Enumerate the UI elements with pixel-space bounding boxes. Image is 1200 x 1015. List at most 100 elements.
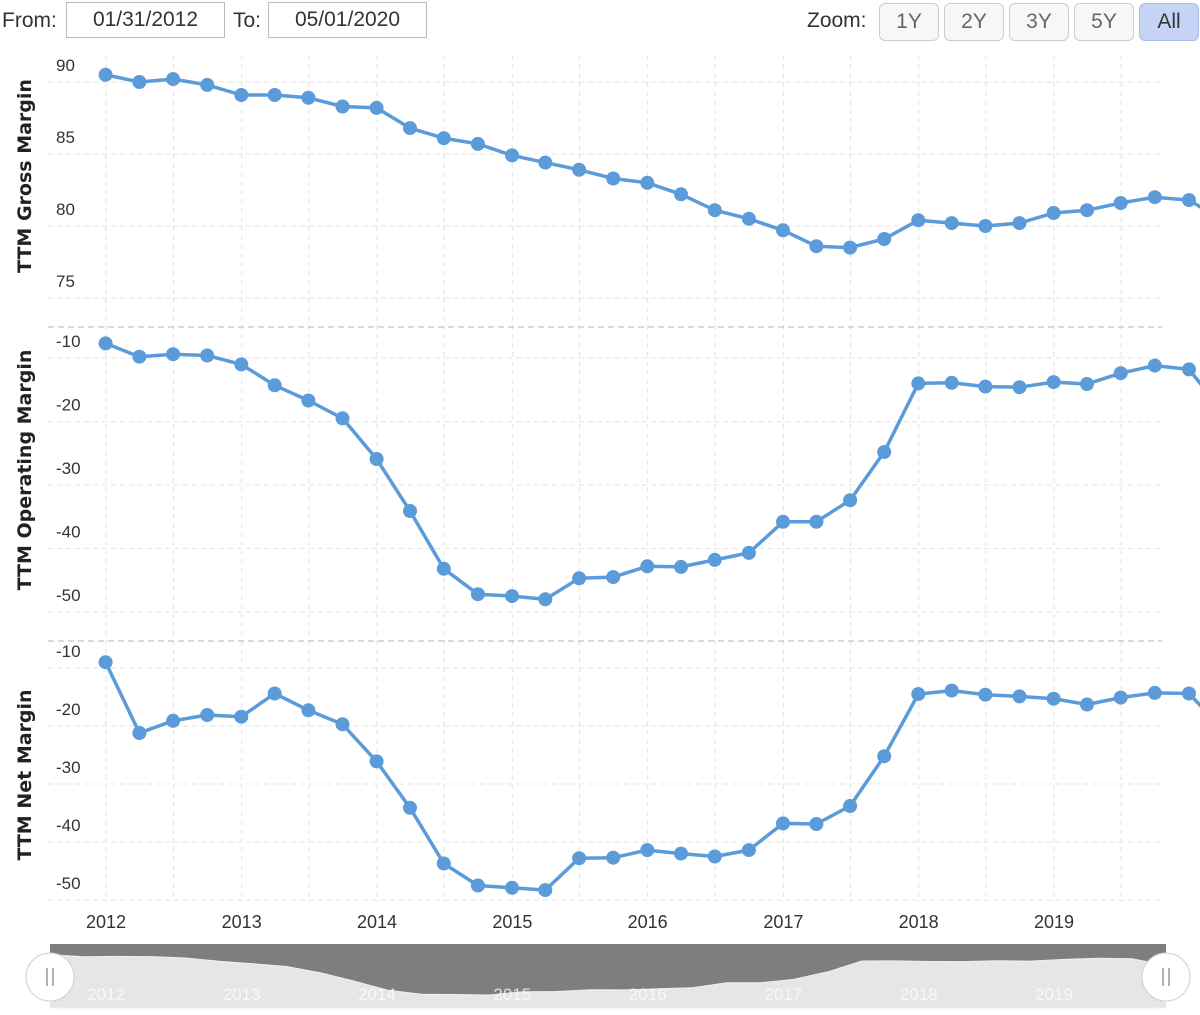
data-point: [166, 72, 181, 87]
data-point: [166, 713, 181, 728]
data-point: [843, 799, 858, 813]
data-point: [809, 514, 824, 529]
data-point: [200, 348, 215, 363]
handle-knob: [25, 952, 75, 1002]
data-point: [1182, 686, 1196, 701]
data-point: [1012, 689, 1027, 704]
chart-panel-3: -10 -20 -30 -40 -50 TTM Net Margin: [14, 642, 1200, 901]
y-tick-label: -50: [56, 586, 81, 605]
data-point: [1046, 691, 1061, 706]
data-point: [978, 219, 993, 233]
navigator-tick-label: 2013: [223, 985, 261, 1004]
data-point: [1147, 358, 1162, 373]
data-point: [707, 203, 722, 218]
navigator-tick-label: 2018: [900, 985, 938, 1004]
data-point: [944, 375, 959, 390]
data-point: [572, 571, 587, 586]
data-point: [369, 452, 384, 466]
data-point: [944, 683, 959, 698]
data-point: [843, 240, 858, 255]
data-point: [505, 880, 519, 895]
margin-charts: 90 85 80 75 TTM Gross Margin -10 -20 -30 -40 -50 T…: [14, 55, 1200, 1009]
data-point: [1012, 216, 1027, 231]
x-tick-label: 2019: [1034, 912, 1074, 932]
y-tick-label: -40: [56, 816, 81, 835]
data-point: [1147, 190, 1162, 205]
data-point: [572, 162, 587, 177]
data-point: [877, 232, 892, 246]
data-point: [1046, 206, 1061, 220]
data-point: [267, 88, 282, 102]
y-tick-label: 80: [56, 200, 75, 219]
y-tick-label: -30: [56, 758, 81, 777]
data-point: [403, 121, 417, 136]
y-axis-title: TTM Gross Margin: [14, 79, 36, 273]
y-tick-label: -10: [56, 332, 81, 351]
data-point: [877, 749, 892, 764]
data-point: [98, 336, 113, 351]
data-point: [640, 175, 655, 190]
x-tick-label: 2015: [492, 912, 532, 932]
data-point: [674, 187, 688, 202]
data-point: [978, 379, 993, 394]
data-point: [911, 213, 926, 228]
data-point: [132, 349, 147, 364]
data-point: [606, 570, 621, 585]
data-point: [132, 75, 147, 89]
data-point: [369, 754, 384, 769]
navigator-tick-label: 2012: [87, 985, 125, 1004]
data-point: [809, 239, 824, 254]
y-axis-title: TTM Operating Margin: [14, 350, 36, 591]
data-point: [166, 347, 181, 362]
data-point: [538, 592, 553, 607]
data-point: [505, 148, 519, 163]
data-point: [505, 589, 519, 604]
data-point: [335, 717, 350, 732]
data-point: [436, 856, 451, 871]
data-point: [809, 817, 824, 831]
navigator-tick-label: 2019: [1035, 985, 1073, 1004]
data-point: [640, 843, 655, 858]
data-point: [234, 357, 249, 372]
data-point: [1113, 366, 1128, 381]
x-tick-label: 2018: [899, 912, 939, 932]
navigator-tick-label: 2015: [493, 985, 531, 1004]
data-point: [1113, 196, 1128, 210]
data-point: [877, 445, 892, 459]
data-point: [234, 709, 249, 724]
y-axis-title: TTM Net Margin: [14, 689, 36, 860]
data-point: [301, 393, 316, 408]
navigator-right-handle[interactable]: [1141, 952, 1191, 1002]
series-line: [105, 73, 1200, 250]
data-point: [301, 90, 316, 105]
y-tick-label: -50: [56, 874, 81, 893]
data-point: [640, 559, 655, 574]
x-tick-label: 2014: [357, 912, 397, 932]
data-point: [335, 99, 350, 114]
data-point: [267, 378, 282, 393]
x-tick-label: 2012: [86, 912, 126, 932]
navigator-left-handle[interactable]: [25, 952, 75, 1002]
data-point: [741, 545, 756, 560]
navigator-tick-label: 2014: [358, 985, 396, 1004]
y-tick-label: 75: [56, 272, 75, 291]
data-point: [606, 850, 621, 865]
data-point: [776, 514, 790, 529]
navigator-tick-label: 2016: [629, 985, 667, 1004]
data-point: [132, 726, 147, 740]
chart-panel-1: 90 85 80 75 TTM Gross Margin: [14, 56, 1200, 328]
navigator: 2012 2013 2014 2015 2016 2017 2018 2019: [25, 944, 1191, 1009]
data-point: [436, 131, 451, 146]
data-point: [403, 800, 417, 815]
y-tick-label: 85: [56, 128, 75, 147]
data-point: [98, 655, 113, 670]
y-tick-label: -20: [56, 396, 81, 415]
data-point: [1046, 375, 1061, 390]
y-tick-label: -30: [56, 459, 81, 478]
data-point: [470, 587, 485, 602]
y-tick-label: -20: [56, 700, 81, 719]
data-point: [436, 561, 451, 576]
data-point: [1147, 685, 1162, 700]
data-point: [538, 155, 553, 170]
data-point: [606, 171, 621, 186]
